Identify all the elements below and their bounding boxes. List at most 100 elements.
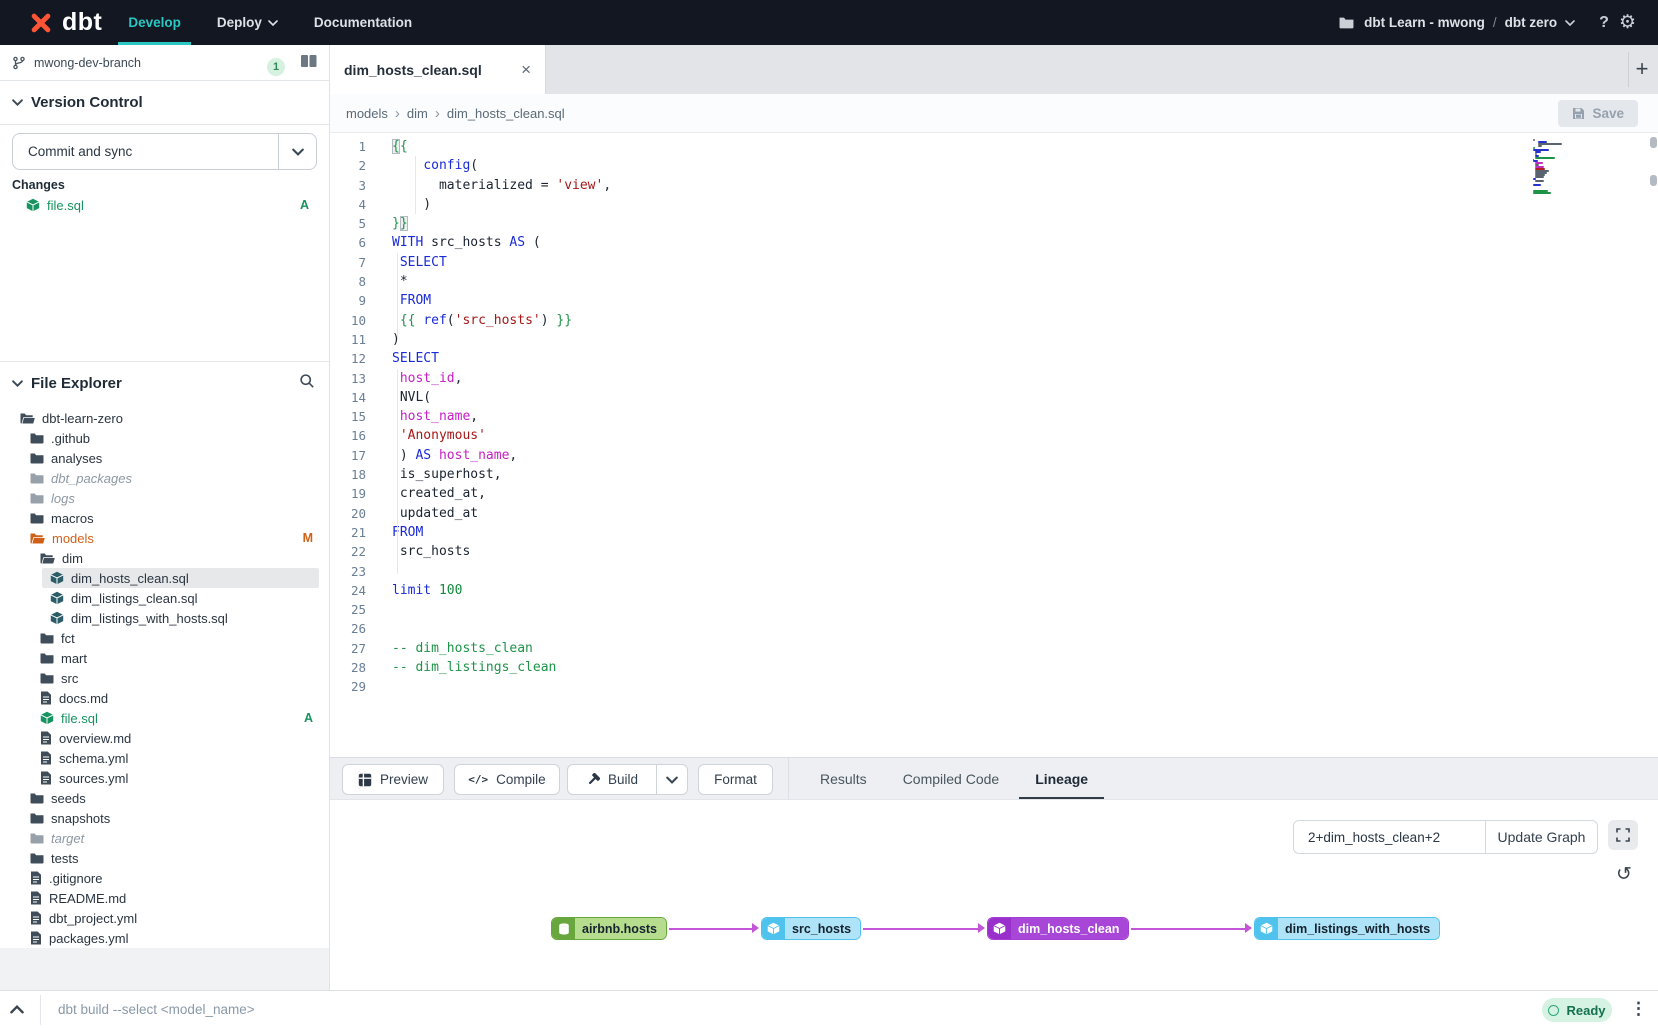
file-tree-item[interactable]: analyses: [0, 448, 329, 468]
file-tree-item[interactable]: tests: [0, 848, 329, 868]
file-tree-item[interactable]: .github: [0, 428, 329, 448]
preview-table-icon: [358, 773, 372, 787]
lineage-node-dim_hosts_clean[interactable]: dim_hosts_clean: [987, 917, 1129, 940]
line-number: 8: [330, 272, 366, 291]
file-tree-item[interactable]: dbt_project.yml: [0, 908, 329, 928]
tab-compiled-code[interactable]: Compiled Code: [903, 758, 1000, 799]
indent-guide: [397, 253, 398, 340]
account-project-selector[interactable]: dbt Learn - mwong / dbt zero: [1364, 15, 1575, 30]
file-tree-item[interactable]: dbt-learn-zero: [0, 408, 329, 428]
preview-button[interactable]: Preview: [342, 764, 444, 795]
kebab-menu-icon[interactable]: ⋮: [1630, 999, 1647, 1019]
commit-and-sync-button[interactable]: Commit and sync: [12, 133, 317, 170]
file-tree-item[interactable]: overview.md: [0, 728, 329, 748]
file-explorer-header[interactable]: File Explorer: [0, 361, 329, 405]
new-tab-plus-icon[interactable]: +: [1630, 54, 1654, 84]
file-tree-item[interactable]: mart: [0, 648, 329, 668]
file-tree-item[interactable]: src: [0, 668, 329, 688]
lineage-node-dim_listings_with_hosts[interactable]: dim_listings_with_hosts: [1254, 917, 1440, 940]
file-tree-item[interactable]: seeds: [0, 788, 329, 808]
file-tree-label: logs: [51, 491, 75, 506]
file-tree-item[interactable]: modelsM: [0, 528, 329, 548]
file-tree-label: schema.yml: [59, 751, 128, 766]
line-number: 26: [330, 619, 366, 638]
help-icon[interactable]: ?: [1599, 14, 1609, 32]
save-button[interactable]: Save: [1558, 100, 1638, 127]
ready-circle-icon: [1548, 1005, 1559, 1016]
file-tree-item[interactable]: file.sqlA: [0, 708, 329, 728]
scrollbar-thumb[interactable]: [1650, 175, 1657, 186]
file-tree-item[interactable]: schema.yml: [0, 748, 329, 768]
file-tree-item[interactable]: snapshots: [0, 808, 329, 828]
editor-area: dim_hosts_clean.sql × + models › dim › d…: [330, 45, 1658, 990]
version-control-header[interactable]: Version Control: [0, 81, 329, 125]
line-number: 15: [330, 407, 366, 426]
line-number: 9: [330, 291, 366, 310]
lineage-node-airbnb-hosts[interactable]: airbnb.hosts: [551, 917, 667, 940]
lineage-graph[interactable]: airbnb.hosts src_hosts dim_hosts_clean dim_…: [330, 800, 1658, 990]
tab-results[interactable]: Results: [820, 758, 867, 799]
code-line: 15 host_name,: [330, 407, 1658, 426]
code-line: 23: [330, 562, 1658, 581]
folder-icon: [40, 672, 54, 684]
main-nav: Develop Deploy Documentation: [128, 0, 412, 45]
format-button[interactable]: Format: [698, 764, 773, 795]
breadcrumb-item: models: [346, 106, 388, 121]
lineage-node-src_hosts[interactable]: src_hosts: [761, 917, 861, 940]
nav-documentation[interactable]: Documentation: [314, 0, 412, 45]
line-number: 14: [330, 388, 366, 407]
file-tree-item[interactable]: fct: [0, 628, 329, 648]
scrollbar-thumb[interactable]: [1650, 137, 1657, 148]
command-input[interactable]: dbt build --select <model_name>: [58, 1002, 255, 1017]
file-tree-item[interactable]: dim_listings_clean.sql: [0, 588, 329, 608]
code-editor[interactable]: 1{{2 config(3 materialized = 'view',4 )5…: [330, 133, 1658, 757]
file-tree-item[interactable]: .gitignore: [0, 868, 329, 888]
file-tree-label: dim_hosts_clean.sql: [71, 571, 189, 586]
chevron-down-icon: [12, 380, 23, 387]
file-tree-item[interactable]: sources.yml: [0, 768, 329, 788]
breadcrumb-item: dim: [407, 106, 428, 121]
folder-open-icon: [40, 552, 55, 564]
folder-icon: [40, 632, 54, 644]
search-icon[interactable]: [299, 373, 315, 392]
file-tree-label: .gitignore: [49, 871, 102, 886]
file-tree-item[interactable]: dim: [0, 548, 329, 568]
file-tree-item[interactable]: logs: [0, 488, 329, 508]
nav-develop[interactable]: Develop: [128, 0, 181, 45]
tab-lineage[interactable]: Lineage: [1035, 758, 1088, 799]
chevron-up-icon[interactable]: [10, 1001, 24, 1019]
dbt-logo[interactable]: dbt: [26, 8, 102, 38]
file-tree: dbt-learn-zero.githubanalysesdbt_package…: [0, 408, 329, 948]
changed-file-row[interactable]: file.sql A: [0, 195, 329, 215]
lineage-node-label: dim_hosts_clean: [1011, 918, 1128, 939]
file-tree-item[interactable]: dim_listings_with_hosts.sql: [0, 608, 329, 628]
code-line: 2 config(: [330, 156, 1658, 175]
close-icon[interactable]: ×: [521, 61, 531, 78]
commit-options-chevron[interactable]: [278, 134, 316, 169]
docs-books-icon[interactable]: [300, 54, 317, 71]
indent-guide: [397, 369, 398, 574]
file-tree-item[interactable]: docs.md: [0, 688, 329, 708]
file-tree-item[interactable]: README.md: [0, 888, 329, 908]
build-button[interactable]: Build: [567, 764, 657, 795]
line-number: 23: [330, 562, 366, 581]
code-line: 20 updated_at: [330, 504, 1658, 523]
file-tree-item[interactable]: dbt_packages: [0, 468, 329, 488]
file-tree-label: file.sql: [61, 711, 98, 726]
file-tree-item[interactable]: dim_hosts_clean.sql: [42, 568, 319, 588]
file-tree-item[interactable]: packages.yml: [0, 928, 329, 948]
code-line: 11): [330, 330, 1658, 349]
model-cube-icon: [40, 711, 54, 725]
project-name: dbt Learn - mwong: [1364, 15, 1485, 30]
nav-deploy[interactable]: Deploy: [217, 0, 278, 45]
file-tree-item[interactable]: target: [0, 828, 329, 848]
file-tree-item[interactable]: macros: [0, 508, 329, 528]
line-number: 27: [330, 639, 366, 658]
settings-gear-icon[interactable]: ⚙: [1619, 11, 1636, 34]
build-options-chevron[interactable]: [657, 764, 688, 795]
compile-button[interactable]: </> Compile: [454, 764, 560, 795]
file-tree-label: dbt_project.yml: [49, 911, 137, 926]
code-line: 6WITH src_hosts AS (: [330, 233, 1658, 252]
file-tab[interactable]: dim_hosts_clean.sql ×: [330, 45, 546, 94]
changes-section-label: Changes: [12, 178, 65, 192]
